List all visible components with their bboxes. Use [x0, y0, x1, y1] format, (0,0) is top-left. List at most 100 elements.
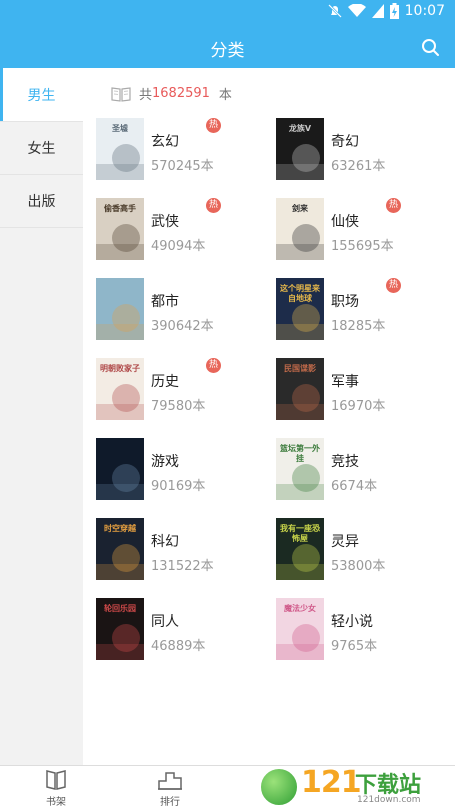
- category-name: 科幻: [151, 534, 179, 550]
- category-item[interactable]: 魔法少女轻小说 9765本: [276, 598, 452, 662]
- category-item[interactable]: 圣墟玄幻 570245本 热: [96, 118, 272, 182]
- tab-label: 排行: [160, 797, 180, 808]
- watermark-logo-icon: [259, 767, 299, 807]
- total-count: 1682591: [152, 86, 210, 101]
- category-name: 职场: [331, 294, 359, 310]
- hot-badge: 热: [386, 278, 401, 293]
- category-count: 79580本: [151, 399, 206, 414]
- search-icon[interactable]: [420, 37, 442, 59]
- category-item[interactable]: 这个明星来自地球 职场 18285本 热: [276, 278, 452, 342]
- book-cover: 篮坛第一外挂: [276, 438, 324, 500]
- book-cover: 轮回乐园: [96, 598, 144, 660]
- book-cover: 我有一座恐怖屋: [276, 518, 324, 580]
- gender-sidebar: 男生 女生 出版: [0, 68, 83, 765]
- category-name: 历史: [151, 374, 179, 390]
- ranking-icon: [158, 772, 182, 790]
- category-item[interactable]: 游戏 90169本: [96, 438, 272, 502]
- category-count: 63261本: [331, 159, 386, 174]
- status-icons: 10:07: [327, 3, 445, 19]
- category-item[interactable]: 民国谍影军事 16970本: [276, 358, 452, 422]
- category-item[interactable]: 轮回乐园同人 46889本: [96, 598, 272, 662]
- book-cover: 民国谍影: [276, 358, 324, 420]
- sidebar-item-label: 男生: [27, 87, 56, 104]
- category-item[interactable]: 偷香高手 武侠 49094本 热: [96, 198, 272, 262]
- hot-badge: 热: [386, 198, 401, 213]
- book-cover: [96, 438, 144, 500]
- sidebar-item-female[interactable]: 女生: [0, 122, 83, 175]
- category-count: 53800本: [331, 559, 386, 574]
- tab-label: 书架: [46, 797, 66, 808]
- category-count: 6674本: [331, 479, 378, 494]
- category-item[interactable]: 明朝败家子历史 79580本 热: [96, 358, 272, 422]
- book-cover: 时空穿越: [96, 518, 144, 580]
- book-cover-title: 圣墟: [112, 124, 128, 133]
- category-name: 仙侠: [331, 214, 359, 230]
- hot-badge: 热: [206, 198, 221, 213]
- battery-icon: [389, 3, 399, 19]
- category-count: 46889本: [151, 639, 206, 654]
- category-item[interactable]: 时空穿越科幻 131522本: [96, 518, 272, 582]
- category-content: 共 1682591 本 圣墟 玄幻 570245本热龙族Ⅴ 奇幻 63261本 偷香高手武…: [83, 68, 455, 765]
- sidebar-item-male[interactable]: 男生: [0, 68, 83, 122]
- status-time: 10:07: [404, 3, 445, 19]
- category-name: 同人: [151, 614, 179, 630]
- open-book-icon: [111, 86, 131, 102]
- category-count: 90169本: [151, 479, 206, 494]
- book-cover-title: 民国谍影: [284, 364, 316, 373]
- bookshelf-icon: [46, 770, 66, 790]
- book-cover-title: 龙族Ⅴ: [288, 124, 312, 133]
- category-name: 军事: [331, 374, 359, 390]
- no-notification-icon: [327, 4, 342, 18]
- hot-badge: 热: [206, 118, 221, 133]
- category-item[interactable]: 剑来 仙侠 155695本 热: [276, 198, 452, 262]
- category-count: 16970本: [331, 399, 386, 414]
- category-name: 奇幻: [331, 134, 359, 150]
- book-cover-title: 时空穿越: [104, 524, 136, 533]
- category-name: 竞技: [331, 454, 359, 470]
- category-name: 灵异: [331, 534, 359, 550]
- book-cover-title: 这个明星来自地球: [280, 284, 320, 303]
- sidebar-item-publish[interactable]: 出版: [0, 175, 83, 228]
- category-item[interactable]: 都市 390642本: [96, 278, 272, 342]
- category-name: 武侠: [151, 214, 179, 230]
- page-title: 分类: [210, 41, 245, 61]
- signal-icon: [371, 4, 384, 18]
- total-prefix: 共: [139, 88, 153, 103]
- category-name: 轻小说: [331, 614, 373, 630]
- hot-badge: 热: [206, 358, 221, 373]
- category-count: 390642本: [151, 319, 214, 334]
- category-count: 570245本: [151, 159, 214, 174]
- tab-bookshelf[interactable]: 书架: [26, 769, 86, 808]
- category-name: 游戏: [151, 454, 179, 470]
- watermark-number: 121: [301, 765, 362, 800]
- category-count: 18285本: [331, 319, 386, 334]
- wifi-icon: [347, 4, 366, 17]
- total-unit: 本: [218, 88, 232, 103]
- category-name: 都市: [151, 294, 179, 310]
- book-cover: 龙族Ⅴ: [276, 118, 324, 180]
- watermark-url: 121down.com: [357, 795, 421, 805]
- status-bar: 10:07: [0, 0, 455, 26]
- sidebar-item-label: 女生: [27, 141, 56, 157]
- book-cover: [96, 278, 144, 340]
- category-name: 玄幻: [151, 134, 179, 150]
- total-books: 共 1682591 本: [111, 84, 232, 103]
- category-item[interactable]: 龙族Ⅴ 奇幻 63261本: [276, 118, 452, 182]
- site-watermark: 121 下载站 121down.com: [259, 765, 449, 809]
- book-cover: 剑来: [276, 198, 324, 260]
- book-cover: 偷香高手: [96, 198, 144, 260]
- book-cover-title: 魔法少女: [284, 604, 316, 613]
- book-cover-title: 轮回乐园: [104, 604, 136, 613]
- category-item[interactable]: 篮坛第一外挂 竞技 6674本: [276, 438, 452, 502]
- category-item[interactable]: 我有一座恐怖屋 灵异 53800本: [276, 518, 452, 582]
- book-cover: 这个明星来自地球: [276, 278, 324, 340]
- category-count: 9765本: [331, 639, 378, 654]
- book-cover-title: 剑来: [292, 204, 308, 213]
- category-count: 131522本: [151, 559, 214, 574]
- tab-ranking[interactable]: 排行: [140, 769, 200, 808]
- app-bar: 分类: [0, 26, 455, 68]
- book-cover-title: 明朝败家子: [100, 364, 140, 373]
- book-cover: 明朝败家子: [96, 358, 144, 420]
- sidebar-item-label: 出版: [27, 194, 56, 210]
- book-cover-title: 篮坛第一外挂: [280, 444, 320, 463]
